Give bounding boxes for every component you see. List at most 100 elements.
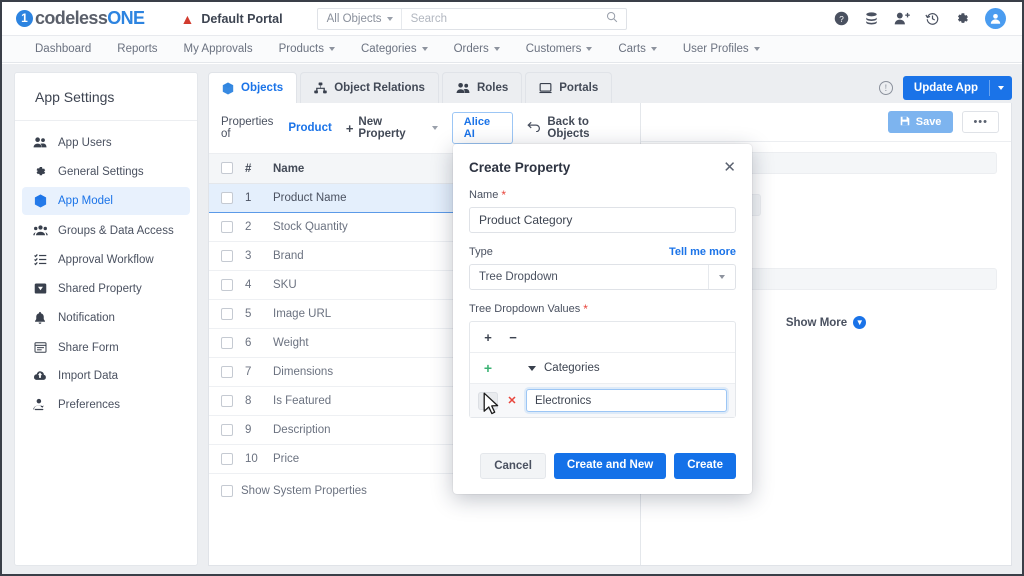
row-checkbox-cell[interactable]	[209, 212, 239, 242]
select-all-checkbox[interactable]	[221, 162, 233, 174]
save-button[interactable]: Save	[887, 111, 954, 133]
column-header-number[interactable]: #	[239, 154, 267, 184]
portal-selector[interactable]: ▲ Default Portal	[180, 12, 282, 26]
row-checkbox[interactable]	[221, 191, 233, 204]
tab-objects[interactable]: Objects	[208, 72, 298, 103]
row-checkbox-cell[interactable]	[209, 357, 239, 387]
back-to-objects-button[interactable]: Back to Objects	[527, 116, 628, 140]
row-checkbox[interactable]	[221, 394, 233, 407]
sidebar-item-share-form[interactable]: Share Form	[22, 334, 190, 361]
create-and-new-button[interactable]: Create and New	[553, 453, 667, 479]
tree-node-input[interactable]: Electronics	[526, 389, 727, 412]
nav-item-customers[interactable]: Customers	[513, 36, 606, 62]
nav-item-carts[interactable]: Carts	[605, 36, 669, 62]
chevron-down-icon[interactable]	[708, 265, 735, 289]
tab-object-relations[interactable]: Object Relations	[300, 72, 439, 103]
avatar[interactable]	[985, 8, 1006, 29]
app-logo[interactable]: 1 codelessONE	[16, 8, 145, 29]
modal-footer: Cancel Create and New Create	[453, 435, 752, 494]
tree-values-group: Tree Dropdown Values * + − + Categories …	[469, 303, 736, 418]
update-app-dropdown[interactable]	[990, 86, 1012, 90]
row-number: 1	[239, 183, 267, 213]
tab-roles[interactable]: Roles	[441, 72, 523, 103]
create-button[interactable]: Create	[674, 453, 736, 479]
sidebar-item-notification[interactable]: Notification	[22, 304, 190, 332]
row-checkbox[interactable]	[221, 336, 233, 349]
row-name: SKU	[267, 270, 452, 300]
tab-portals[interactable]: Portals	[525, 72, 613, 103]
sidebar-item-app-model[interactable]: App Model	[22, 187, 190, 215]
select-all-header[interactable]	[209, 154, 239, 184]
database-icon[interactable]	[864, 11, 879, 26]
properties-of-label: Properties of	[221, 116, 274, 140]
row-checkbox[interactable]	[221, 220, 233, 233]
nav-item-reports[interactable]: Reports	[104, 36, 170, 62]
row-name: Image URL	[267, 299, 452, 329]
nav-item-user-profiles[interactable]: User Profiles	[670, 36, 773, 62]
history-icon[interactable]	[925, 11, 940, 26]
nav-item-my-approvals[interactable]: My Approvals	[171, 36, 266, 62]
row-checkbox-cell[interactable]	[209, 328, 239, 358]
sidebar-item-groups-data-access[interactable]: Groups & Data Access	[22, 217, 190, 244]
tree-node-categories[interactable]: + Categories	[470, 353, 735, 384]
nav-label: Reports	[117, 43, 158, 55]
more-options-button[interactable]: •••	[962, 111, 999, 133]
object-filter-dropdown[interactable]: All Objects	[318, 8, 402, 29]
tree-delete-icon[interactable]: ✕	[506, 394, 518, 407]
name-input[interactable]: Product Category	[469, 207, 736, 233]
row-checkbox-cell[interactable]	[209, 415, 239, 445]
nav-item-products[interactable]: Products	[266, 36, 348, 62]
sidebar-item-app-users[interactable]: App Users	[22, 129, 190, 156]
search-icon[interactable]	[598, 11, 626, 26]
row-checkbox[interactable]	[221, 307, 233, 320]
nav-item-categories[interactable]: Categories	[348, 36, 441, 62]
tree-node-electronics[interactable]: + ✕ Electronics	[470, 384, 735, 417]
row-checkbox-cell[interactable]	[209, 270, 239, 300]
header-actions: ! Update App	[878, 76, 1012, 103]
plus-icon: +	[345, 120, 354, 136]
info-icon[interactable]: !	[878, 81, 893, 95]
sidebar-item-approval-workflow[interactable]: Approval Workflow	[22, 246, 190, 273]
sidebar-item-preferences[interactable]: Preferences	[22, 391, 190, 418]
modal-body: Name * Product Category Type Tell me mor…	[453, 181, 752, 435]
type-select[interactable]: Tree Dropdown	[469, 264, 736, 290]
gear-icon[interactable]	[955, 11, 970, 26]
help-icon[interactable]: ?	[834, 11, 849, 26]
chevron-down-icon[interactable]	[528, 365, 536, 371]
add-user-icon[interactable]	[894, 11, 910, 26]
row-checkbox-cell[interactable]	[209, 183, 239, 213]
row-checkbox-cell[interactable]	[209, 444, 239, 474]
nav-label: Orders	[453, 43, 489, 55]
tree-add-child-icon[interactable]: +	[478, 391, 498, 410]
row-checkbox-cell[interactable]	[209, 241, 239, 271]
row-number: 6	[239, 328, 267, 358]
cancel-button[interactable]: Cancel	[480, 453, 546, 479]
new-property-button[interactable]: + New Property	[346, 116, 438, 140]
sidebar-item-import-data[interactable]: Import Data	[22, 363, 190, 389]
alice-ai-button[interactable]: Alice AI	[451, 112, 514, 144]
row-checkbox[interactable]	[221, 452, 233, 465]
save-label: Save	[915, 116, 942, 128]
tree-add-root-button[interactable]: +	[478, 328, 498, 346]
tree-remove-button[interactable]: −	[503, 328, 523, 346]
close-icon[interactable]: ✕	[723, 160, 736, 175]
nav-item-orders[interactable]: Orders	[441, 36, 513, 62]
search-input[interactable]	[401, 12, 598, 25]
row-checkbox[interactable]	[221, 365, 233, 378]
sidebar-item-shared-property[interactable]: Shared Property	[22, 275, 190, 302]
column-header-name[interactable]: Name	[267, 154, 452, 184]
show-system-properties-checkbox[interactable]	[221, 485, 233, 497]
row-checkbox[interactable]	[221, 423, 233, 436]
row-checkbox[interactable]	[221, 249, 233, 262]
sidebar-item-general-settings[interactable]: General Settings	[22, 158, 190, 185]
row-checkbox[interactable]	[221, 278, 233, 291]
row-checkbox-cell[interactable]	[209, 386, 239, 416]
type-select-value: Tree Dropdown	[479, 271, 558, 283]
update-app-button[interactable]: Update App	[902, 76, 1012, 100]
tree-add-child-icon[interactable]: +	[478, 359, 498, 377]
nav-item-dashboard[interactable]: Dashboard	[22, 36, 104, 62]
object-name[interactable]: Product	[288, 122, 331, 134]
tell-me-more-link[interactable]: Tell me more	[669, 246, 736, 258]
row-name: Price	[267, 444, 452, 474]
row-checkbox-cell[interactable]	[209, 299, 239, 329]
